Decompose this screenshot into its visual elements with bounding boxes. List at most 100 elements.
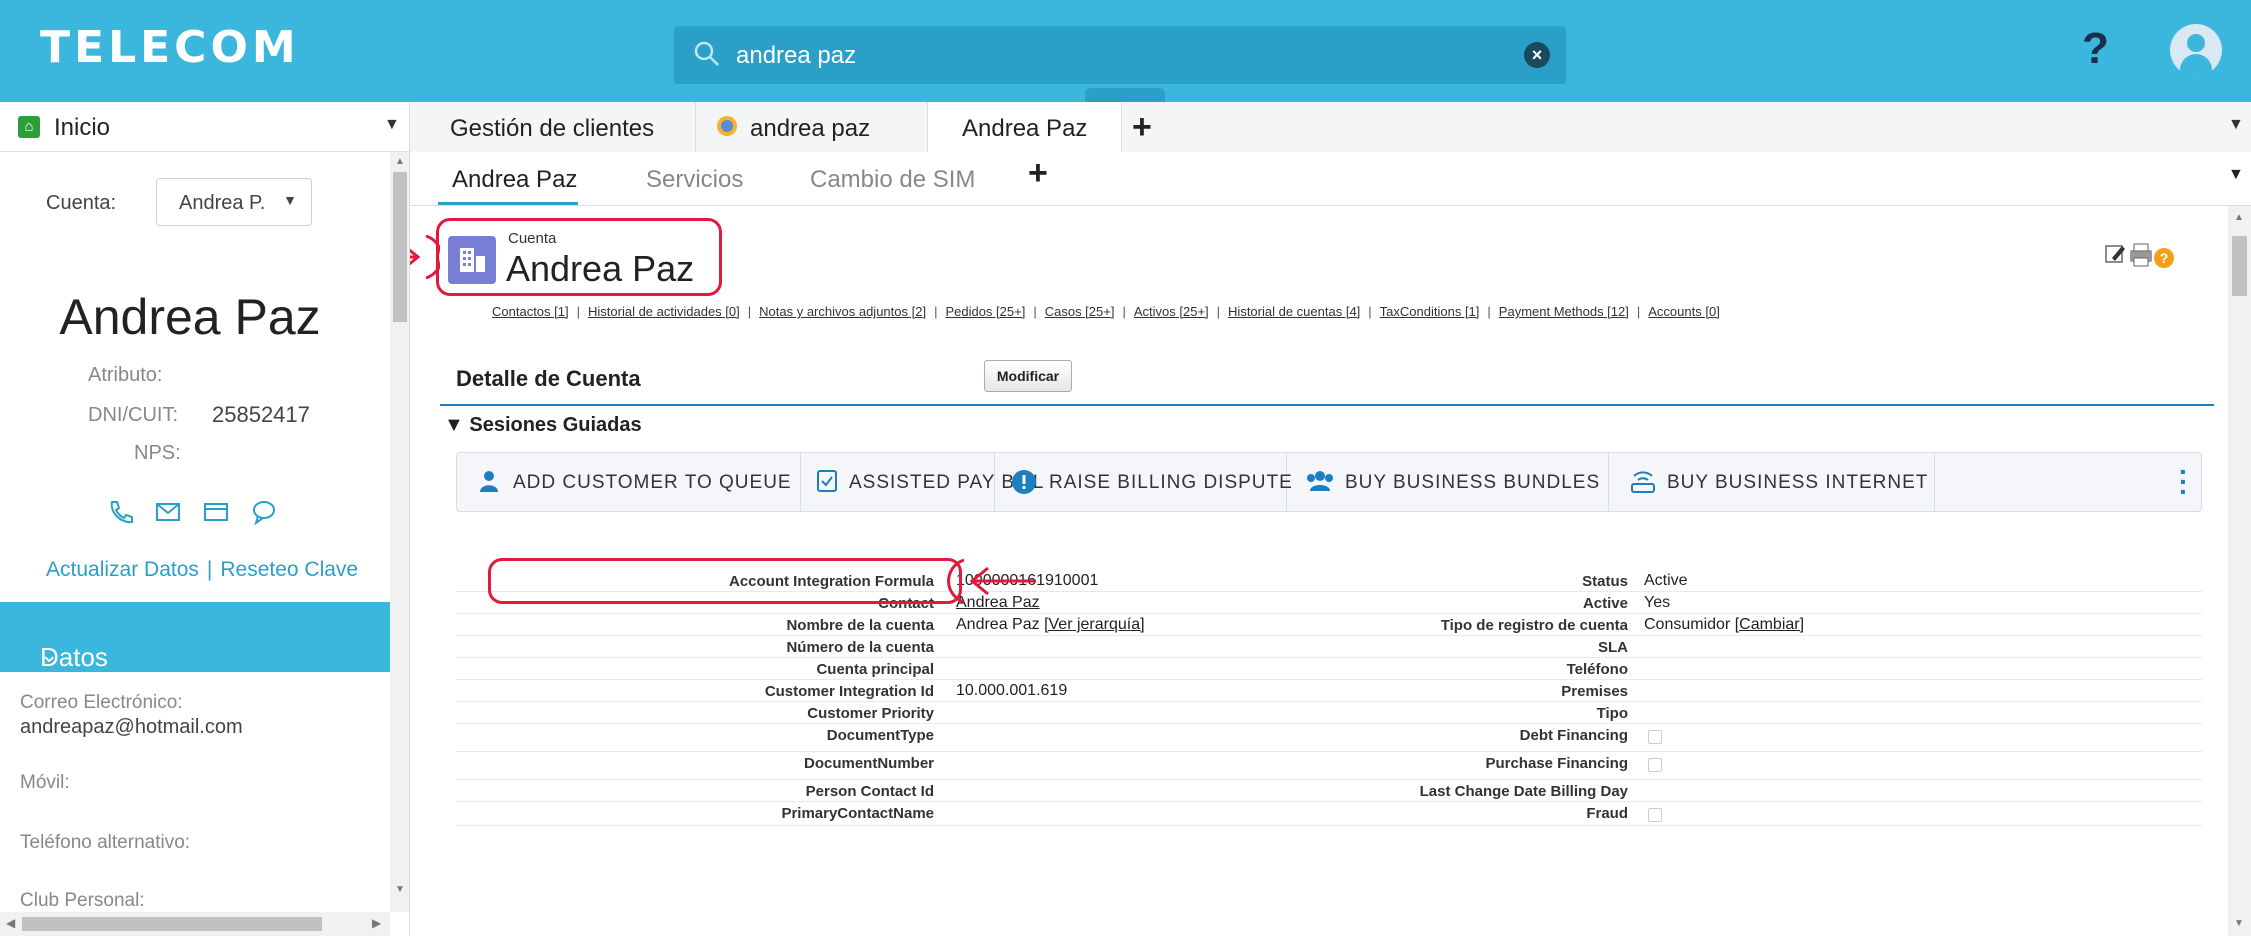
subtab-cambio-sim[interactable]: Cambio de SIM bbox=[810, 166, 975, 194]
field-label: Status bbox=[1582, 573, 1628, 590]
assisted-pay-bill-button[interactable]: ASSISTED PAY BILL bbox=[801, 453, 1043, 511]
field-row: Customer Integration Id 10.000.001.619 Pre… bbox=[456, 680, 2202, 702]
more-actions-icon[interactable]: · · · bbox=[2179, 458, 2188, 506]
field-value: Yes bbox=[1644, 594, 1670, 612]
field-label: Tipo bbox=[1596, 705, 1628, 722]
field-label: Premises bbox=[1561, 683, 1628, 700]
sidebar-scrollbar[interactable]: ▲ ▼ bbox=[390, 152, 409, 912]
subtab-servicios[interactable]: Servicios bbox=[646, 166, 743, 194]
reset-password-link[interactable]: Reseteo Clave bbox=[220, 558, 358, 581]
chevron-down-icon: ⌄ bbox=[40, 642, 59, 667]
tab-label: Andrea Paz bbox=[962, 115, 1088, 142]
field-row: Cuenta principal Teléfono bbox=[456, 658, 2202, 680]
personal-data-section[interactable]: Datos Personales ⌄ bbox=[0, 602, 390, 703]
field-value-text: Consumidor bbox=[1644, 616, 1735, 633]
field-label: Fraud bbox=[1586, 805, 1628, 822]
detail-section-title: Detalle de Cuenta bbox=[456, 366, 641, 391]
buy-business-internet-button[interactable]: BUY BUSINESS INTERNET bbox=[1609, 453, 1935, 511]
link-separator: | bbox=[1122, 304, 1126, 319]
field-label: Tipo de registro de cuenta bbox=[1440, 617, 1628, 634]
record-subtab-bar: Andrea Paz Servicios Cambio de SIM + ▼ bbox=[410, 152, 2251, 206]
link-separator: | bbox=[1216, 304, 1221, 319]
related-list-link[interactable]: Contactos [1] bbox=[492, 304, 569, 319]
related-list-link[interactable]: Pedidos [25+] bbox=[945, 304, 1025, 319]
alert-icon bbox=[1012, 470, 1036, 494]
field-label: Customer Priority bbox=[807, 705, 934, 722]
hierarchy-link[interactable]: [Ver jerarquía] bbox=[1044, 616, 1145, 633]
email-label: Correo Electrónico: bbox=[20, 692, 183, 713]
avatar[interactable] bbox=[2170, 24, 2222, 76]
add-tab-icon[interactable]: + bbox=[1132, 108, 1152, 147]
link-separator: | bbox=[576, 304, 580, 319]
account-select[interactable]: Andrea P. ▼ bbox=[156, 178, 312, 226]
account-select-value: Andrea P. bbox=[179, 192, 266, 214]
buy-business-bundles-button[interactable]: BUY BUSINESS BUNDLES bbox=[1287, 453, 1609, 511]
tab-andrea-paz[interactable]: Andrea Paz bbox=[928, 102, 1122, 152]
search-input[interactable]: andrea paz bbox=[736, 42, 856, 70]
related-list-links: Contactos [1] | Historial de actividades [… bbox=[492, 304, 1720, 319]
customer-action-links: Actualizar Datos | Reseteo Clave bbox=[46, 558, 358, 582]
dni-value: 25852417 bbox=[212, 402, 310, 427]
chat-icon[interactable] bbox=[250, 498, 278, 526]
field-value: 10.000.001.619 bbox=[956, 682, 1067, 700]
field-label: DocumentNumber bbox=[803, 755, 934, 772]
sidebar-horizontal-scrollbar[interactable]: ◀ ▶ bbox=[0, 912, 390, 936]
edit-icon[interactable] bbox=[2105, 245, 2125, 263]
highlight-box-integration-formula bbox=[488, 558, 962, 604]
action-label: BUY BUSINESS BUNDLES bbox=[1345, 472, 1601, 493]
customer-name: Andrea Paz bbox=[59, 289, 321, 345]
card-icon[interactable] bbox=[202, 498, 230, 526]
related-list-link[interactable]: TaxConditions [1] bbox=[1380, 304, 1480, 319]
guided-actions-bar: ADD CUSTOMER TO QUEUE ASSISTED PAY BILL … bbox=[456, 452, 2202, 512]
help-icon[interactable]: ? bbox=[2082, 24, 2109, 74]
guided-sessions-toggle[interactable]: ▼ Sesiones Guiadas bbox=[444, 414, 642, 437]
related-list-link[interactable]: Accounts [0] bbox=[1648, 304, 1720, 319]
related-list-link[interactable]: Casos [25+] bbox=[1045, 304, 1115, 319]
edit-button[interactable]: Modificar bbox=[984, 360, 1072, 392]
field-row: Person Contact Id Last Change Date Billin… bbox=[456, 780, 2202, 802]
contact-icons bbox=[106, 498, 306, 534]
chevron-down-icon[interactable]: ▼ bbox=[384, 116, 400, 134]
mail-icon[interactable] bbox=[154, 498, 182, 526]
related-list-link[interactable]: Activos [25+] bbox=[1134, 304, 1209, 319]
tab-search-results[interactable]: andrea paz bbox=[696, 102, 928, 152]
add-subtab-icon[interactable]: + bbox=[1028, 154, 1048, 193]
print-icon[interactable] bbox=[2130, 243, 2152, 267]
chevron-down-icon: ▼ bbox=[283, 192, 297, 208]
search-result-icon bbox=[717, 116, 737, 136]
global-search[interactable]: andrea paz × bbox=[674, 26, 1566, 84]
field-value[interactable]: Andrea Paz [Ver jerarquía] bbox=[956, 616, 1145, 634]
related-list-link[interactable]: Payment Methods [12] bbox=[1499, 304, 1629, 319]
field-label: Active bbox=[1582, 595, 1628, 612]
help-orange-icon[interactable]: ? bbox=[2154, 248, 2174, 268]
related-list-link[interactable]: Notas y archivos adjuntos [2] bbox=[759, 304, 926, 319]
subtab-overflow-chevron-icon[interactable]: ▼ bbox=[2228, 166, 2244, 184]
header-notch bbox=[1085, 88, 1165, 102]
link-separator: | bbox=[1368, 304, 1372, 319]
related-list-link[interactable]: Historial de cuentas [4] bbox=[1228, 304, 1360, 319]
club-label: Club Personal: bbox=[20, 890, 145, 911]
subtab-andrea-paz[interactable]: Andrea Paz bbox=[452, 166, 577, 194]
link-separator: | bbox=[934, 304, 938, 319]
field-value: Consumidor [Cambiar] bbox=[1644, 616, 1804, 634]
action-label: ADD CUSTOMER TO QUEUE bbox=[513, 472, 792, 493]
change-record-type-link[interactable]: [Cambiar] bbox=[1735, 616, 1804, 633]
top-bar: TELECOM andrea paz × ? bbox=[0, 0, 2251, 102]
tab-home[interactable]: ⌂ Inicio ▼ bbox=[0, 102, 410, 152]
raise-billing-dispute-button[interactable]: RAISE BILLING DISPUTE bbox=[995, 453, 1292, 511]
clear-search-icon[interactable]: × bbox=[1524, 42, 1550, 68]
field-value: Active bbox=[1644, 572, 1688, 590]
add-customer-to-queue-button[interactable]: ADD CUSTOMER TO QUEUE bbox=[457, 453, 801, 511]
field-row: DocumentType Debt Financing bbox=[456, 724, 2202, 752]
arrow-left-icon bbox=[947, 558, 1036, 604]
main-scrollbar[interactable]: ▲ ▼ bbox=[2228, 206, 2251, 936]
update-data-link[interactable]: Actualizar Datos bbox=[46, 558, 199, 581]
workspace-tab-bar: ⌂ Inicio ▼ Gestión de clientes andrea pa… bbox=[0, 102, 2251, 152]
highlight-box-record-title bbox=[436, 218, 722, 296]
field-value-text: Andrea Paz bbox=[956, 616, 1045, 633]
tab-gestion-clientes[interactable]: Gestión de clientes bbox=[410, 102, 696, 152]
phone-icon[interactable] bbox=[106, 498, 134, 526]
link-separator: | bbox=[1487, 304, 1491, 319]
related-list-link[interactable]: Historial de actividades [0] bbox=[588, 304, 740, 319]
tab-overflow-chevron-icon[interactable]: ▼ bbox=[2228, 116, 2244, 134]
